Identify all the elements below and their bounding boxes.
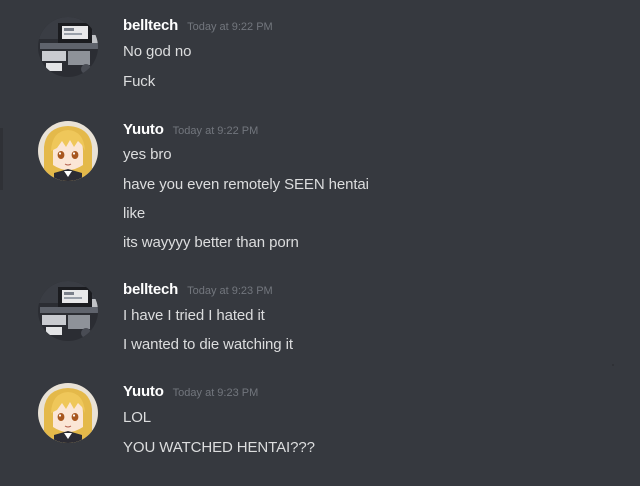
message-text: No god no [123, 43, 192, 60]
message-text: I wanted to die watching it [123, 336, 293, 353]
username[interactable]: belltech [123, 281, 178, 298]
anime-girl-avatar-icon[interactable] [38, 121, 98, 181]
message-text: yes bro [123, 146, 172, 163]
scroll-edge [0, 128, 3, 190]
message-timestamp: Today at 9:23 PM [172, 387, 259, 399]
username[interactable]: Yuuto [123, 383, 164, 400]
message-text: LOL [123, 409, 152, 426]
username[interactable]: Yuuto [123, 121, 164, 138]
message-text: YOU WATCHED HENTAI??? [123, 439, 315, 456]
username[interactable]: belltech [123, 17, 178, 34]
message-text: like [123, 205, 146, 222]
divider-dot [612, 364, 614, 366]
message-text: I have I tried I hated it [123, 307, 265, 324]
message-timestamp: Today at 9:22 PM [187, 21, 273, 33]
message-text: its wayyyy better than porn [123, 234, 299, 251]
message-text: Fuck [123, 73, 156, 90]
message-timestamp: Today at 9:22 PM [172, 125, 259, 137]
desk-photo-avatar-icon[interactable] [38, 17, 98, 77]
chat-message-list[interactable]: belltech Today at 9:22 PM No god no Fuck [0, 0, 640, 486]
message-text: have you even remotely SEEN hentai [123, 176, 369, 193]
anime-girl-avatar-icon[interactable] [38, 383, 98, 443]
message-timestamp: Today at 9:23 PM [187, 285, 273, 297]
desk-photo-avatar-icon[interactable] [38, 281, 98, 341]
